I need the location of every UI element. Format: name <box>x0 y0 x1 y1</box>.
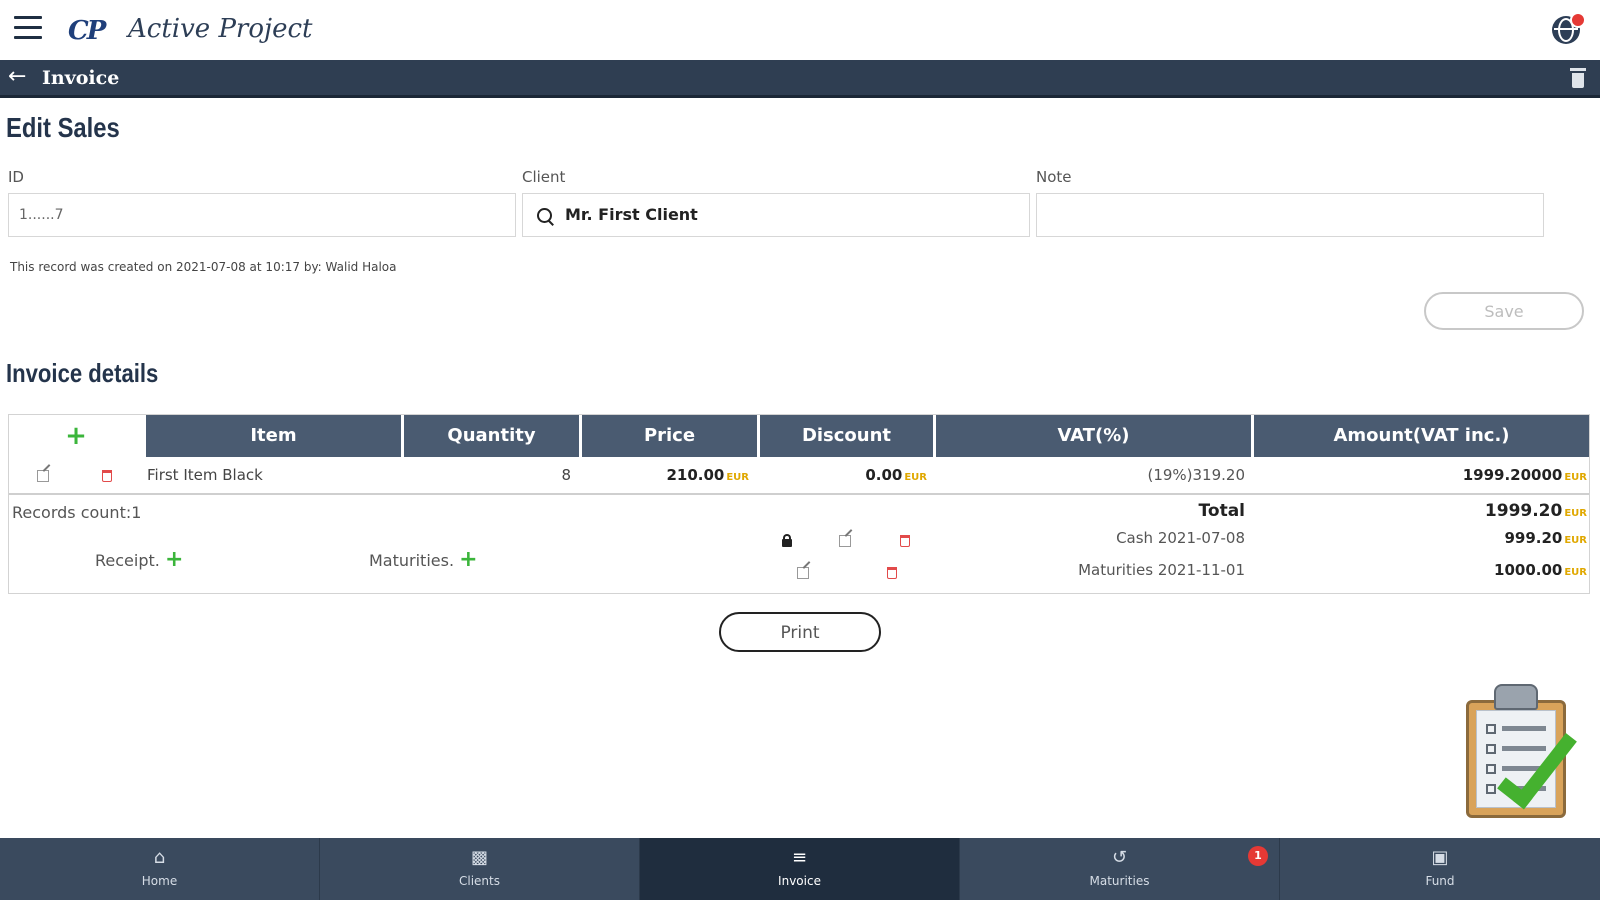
item-price-value: 210.00 <box>666 466 725 484</box>
nav-fund-label: Fund <box>1425 874 1455 888</box>
payment-maturity-value: 1000.00 <box>1494 561 1563 579</box>
nav-home-label: Home <box>141 874 178 888</box>
item-amount: 1999.20000 EUR <box>1309 466 1587 484</box>
clipboard-check-icon <box>1436 676 1596 831</box>
col-price: Price <box>579 415 757 457</box>
col-amount: Amount(VAT inc.) <box>1251 415 1589 457</box>
id-label: ID <box>8 168 24 186</box>
lock-icon[interactable] <box>782 534 792 547</box>
page-title: Invoice <box>42 67 120 89</box>
total-amount: 1999.20 <box>1484 501 1563 521</box>
record-created-info: This record was created on 2021-07-08 at… <box>10 260 397 274</box>
history-icon: ↺ <box>1111 847 1128 868</box>
app-logo: CP <box>68 16 106 46</box>
payment-maturity-label: Maturities 2021-11-01 <box>1078 561 1245 579</box>
note-label: Note <box>1036 168 1072 186</box>
id-input[interactable] <box>9 194 515 236</box>
item-discount: 0.00 EUR <box>769 466 927 484</box>
item-amount-value: 1999.20000 <box>1462 466 1563 484</box>
delete-payment-icon[interactable] <box>900 535 910 547</box>
print-button[interactable]: Print <box>719 612 881 652</box>
currency-label: EUR <box>726 472 749 483</box>
currency-label: EUR <box>1564 535 1587 546</box>
records-count: Records count:1 <box>12 503 142 522</box>
payment-cash-amount: 999.20 EUR <box>1309 529 1587 547</box>
add-maturity-button[interactable]: + <box>459 547 477 572</box>
notification-dot <box>1570 12 1586 28</box>
list-icon: ≡ <box>791 847 808 868</box>
receipt-label: Receipt. + <box>95 547 183 572</box>
item-discount-value: 0.00 <box>865 466 903 484</box>
note-field[interactable] <box>1036 193 1544 237</box>
add-item-button[interactable]: + <box>9 415 143 457</box>
id-field[interactable] <box>8 193 516 237</box>
clients-icon: ▩ <box>470 847 488 868</box>
invoice-details-heading: Invoice details <box>6 358 159 388</box>
currency-label: EUR <box>904 472 927 483</box>
client-label: Client <box>522 168 566 186</box>
item-name: First Item Black <box>147 466 263 484</box>
page-title-bar: ← Invoice <box>0 60 1600 98</box>
home-icon: ⌂ <box>153 847 166 868</box>
nav-clients[interactable]: ▩ Clients <box>320 838 640 900</box>
total-label: Total <box>1198 501 1245 521</box>
delete-invoice-icon[interactable] <box>1570 68 1586 88</box>
col-quantity: Quantity <box>401 415 579 457</box>
fund-icon: ▣ <box>1431 847 1449 868</box>
col-discount: Discount <box>757 415 933 457</box>
edit-payment-icon[interactable] <box>839 535 851 547</box>
edit-maturity-icon[interactable] <box>797 567 809 579</box>
invoice-details-table: + Item Quantity Price Discount VAT(%) Am… <box>8 414 1590 594</box>
col-item: Item <box>143 415 401 457</box>
edit-sales-heading: Edit Sales <box>6 112 120 143</box>
back-arrow-icon[interactable]: ← <box>8 64 26 89</box>
maturities-label: Maturities. + <box>369 547 478 572</box>
add-receipt-button[interactable]: + <box>165 547 183 572</box>
currency-label: EUR <box>1564 508 1587 519</box>
nav-invoice-label: Invoice <box>778 874 821 888</box>
maturities-text: Maturities. <box>369 551 455 570</box>
nav-fund[interactable]: ▣ Fund <box>1280 838 1600 900</box>
payment-cash-value: 999.20 <box>1504 529 1563 547</box>
top-app-bar: CP Active Project <box>0 0 1600 60</box>
item-price: 210.00 EUR <box>599 466 749 484</box>
delete-row-icon[interactable] <box>102 470 112 482</box>
receipt-text: Receipt. <box>95 551 160 570</box>
nav-clients-label: Clients <box>459 874 500 888</box>
app-title: Active Project <box>128 14 313 44</box>
nav-maturities-label: Maturities <box>1089 874 1150 888</box>
total-value: 1999.20 EUR <box>1309 501 1587 521</box>
item-vat: (19%)319.20 <box>1147 466 1245 484</box>
bottom-navigation: ⌂ Home ▩ Clients ≡ Invoice ↺ Maturities … <box>0 838 1600 900</box>
edit-row-icon[interactable] <box>37 470 49 482</box>
nav-invoice[interactable]: ≡ Invoice <box>640 838 960 900</box>
search-icon <box>537 208 552 223</box>
item-quantity: 8 <box>561 466 571 484</box>
payment-maturity-amount: 1000.00 EUR <box>1309 561 1587 579</box>
note-input[interactable] <box>1037 194 1543 236</box>
delete-maturity-icon[interactable] <box>887 567 897 579</box>
save-button[interactable]: Save <box>1424 292 1584 330</box>
table-row: First Item Black 8 210.00 EUR 0.00 EUR (19… <box>9 457 1589 495</box>
col-vat: VAT(%) <box>933 415 1251 457</box>
client-field[interactable]: Mr. First Client <box>522 193 1030 237</box>
menu-icon[interactable] <box>14 16 42 40</box>
payment-cash-label: Cash 2021-07-08 <box>1116 529 1245 547</box>
nav-home[interactable]: ⌂ Home <box>0 838 320 900</box>
client-value: Mr. First Client <box>565 205 698 224</box>
currency-label: EUR <box>1564 472 1587 483</box>
currency-label: EUR <box>1564 567 1587 578</box>
nav-maturities[interactable]: ↺ Maturities <box>960 838 1280 900</box>
maturities-badge: 1 <box>1248 846 1268 866</box>
